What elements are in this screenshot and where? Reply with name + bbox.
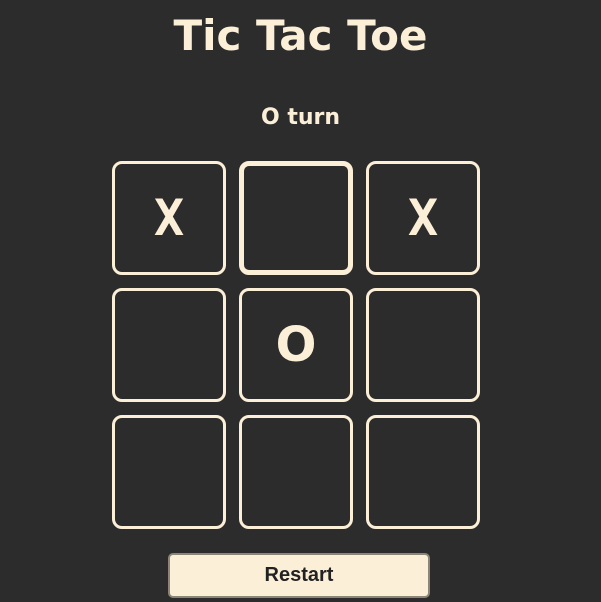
board-cell-6[interactable] — [366, 288, 480, 402]
board-cell-5[interactable]: O — [239, 288, 353, 402]
turn-status: O turn — [260, 105, 341, 130]
board-cell-3[interactable]: X — [366, 161, 480, 275]
board-cell-4[interactable] — [112, 288, 226, 402]
restart-button[interactable]: Restart — [168, 553, 430, 598]
game-board: X X O — [112, 161, 488, 537]
board-cell-7[interactable] — [112, 415, 226, 529]
board-cell-2[interactable] — [239, 161, 353, 275]
board-cell-1[interactable]: X — [112, 161, 226, 275]
board-cell-9[interactable] — [366, 415, 480, 529]
game-title: Tic Tac Toe — [173, 11, 428, 60]
board-cell-8[interactable] — [239, 415, 353, 529]
